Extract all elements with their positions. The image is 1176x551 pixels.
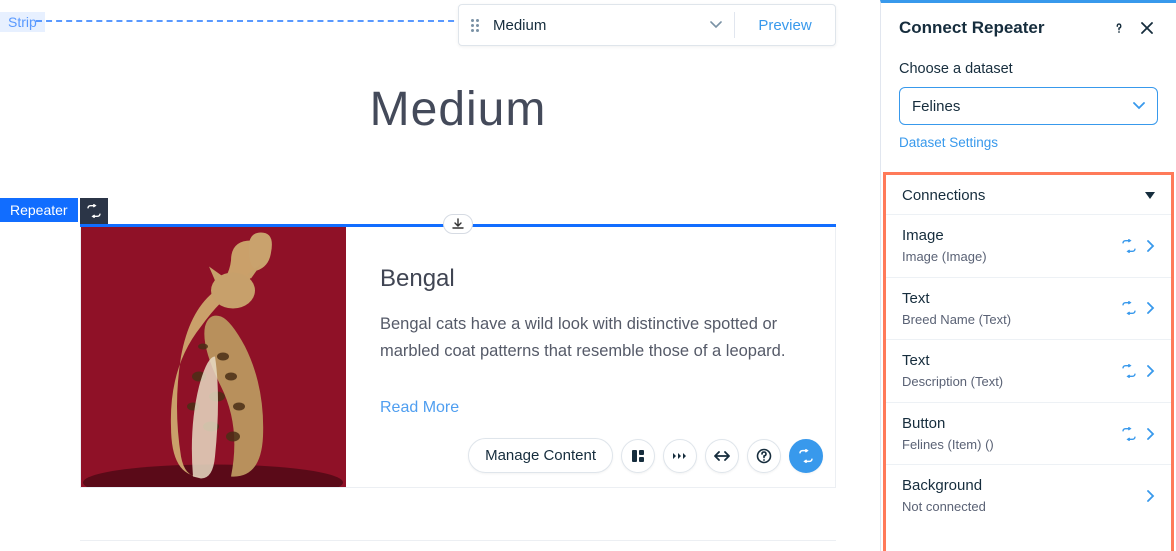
chevron-right-icon <box>1147 365 1155 377</box>
card-body: Bengal Bengal cats have a wild look with… <box>346 227 835 487</box>
breakpoint-chevron-icon[interactable] <box>698 21 734 29</box>
dataset-select[interactable]: Felines <box>899 87 1158 125</box>
page-title: Medium <box>80 82 836 137</box>
connection-text: Background Not connected <box>902 477 1147 515</box>
manage-content-button[interactable]: Manage Content <box>468 438 613 473</box>
connection-item[interactable]: Button Felines (Item) () <box>886 402 1171 465</box>
editor-canvas: Strip Medium Repeater <box>0 0 880 551</box>
panel-title: Connect Repeater <box>899 18 1102 38</box>
repeater[interactable]: Bengal Bengal cats have a wild look with… <box>80 224 836 488</box>
connect-panel: Connect Repeater Choose a dataset Feline… <box>880 0 1176 551</box>
connection-text: Button Felines (Item) () <box>902 415 1121 453</box>
connections-header[interactable]: Connections <box>886 175 1171 214</box>
connection-icons <box>1121 301 1155 315</box>
help-icon[interactable] <box>747 439 781 473</box>
connection-item[interactable]: Text Description (Text) <box>886 339 1171 402</box>
dataset-block: Choose a dataset Felines Dataset Setting… <box>881 55 1176 162</box>
data-connect-icon[interactable] <box>789 439 823 473</box>
strip-tag[interactable]: Strip <box>0 12 45 32</box>
connection-title: Button <box>902 415 1121 433</box>
connection-item[interactable]: Image Image (Image) <box>886 214 1171 277</box>
connected-icon <box>1121 364 1137 378</box>
element-action-row: Manage Content <box>468 438 823 473</box>
connection-item[interactable]: Text Breed Name (Text) <box>886 277 1171 340</box>
connection-sub: Not connected <box>902 499 1147 515</box>
connection-title: Text <box>902 290 1121 308</box>
card-title: Bengal <box>380 265 801 293</box>
connection-text: Text Breed Name (Text) <box>902 290 1121 328</box>
connection-icons <box>1121 427 1155 441</box>
stretch-icon[interactable] <box>705 439 739 473</box>
card-description: Bengal cats have a wild look with distin… <box>380 311 790 365</box>
connection-icons <box>1121 364 1155 378</box>
panel-close-icon[interactable] <box>1136 17 1158 39</box>
connection-icons <box>1147 490 1155 502</box>
layout-icon[interactable] <box>621 439 655 473</box>
panel-header: Connect Repeater <box>881 3 1176 55</box>
dataset-settings-link[interactable]: Dataset Settings <box>899 135 1158 150</box>
chevron-right-icon <box>1147 240 1155 252</box>
connected-icon <box>1121 427 1137 441</box>
connections-section: Connections Image Image (Image) Text Breed … <box>883 172 1174 551</box>
connection-sub: Felines (Item) () <box>902 437 1121 453</box>
breakpoint-label[interactable]: Medium <box>491 17 698 34</box>
next-item-hint <box>80 540 836 541</box>
repeater-connect-icon[interactable] <box>80 198 108 224</box>
connected-icon <box>1121 239 1137 253</box>
connections-list: ImageImage (Image)TextBreed Name (Text)T… <box>886 214 1171 551</box>
connection-title: Text <box>902 352 1121 370</box>
connection-item[interactable]: Background Not connected <box>886 464 1171 527</box>
connections-header-label: Connections <box>902 187 985 204</box>
connection-title: Background <box>902 477 1147 495</box>
connection-sub: Breed Name (Text) <box>902 312 1121 328</box>
chevron-right-icon <box>1147 428 1155 440</box>
animation-icon[interactable] <box>663 439 697 473</box>
dataset-label: Choose a dataset <box>899 61 1158 77</box>
repeater-tag-label: Repeater <box>10 202 68 218</box>
caret-down-icon <box>1145 192 1155 199</box>
page-content: Medium <box>80 46 836 179</box>
preview-button[interactable]: Preview <box>735 17 835 34</box>
chevron-right-icon <box>1147 302 1155 314</box>
repeater-tag[interactable]: Repeater <box>0 198 78 222</box>
connection-text: Text Description (Text) <box>902 352 1121 390</box>
connection-sub: Image (Image) <box>902 249 1121 265</box>
connection-text: Image Image (Image) <box>902 227 1121 265</box>
connected-icon <box>1121 301 1137 315</box>
card-image[interactable] <box>81 227 346 487</box>
strip-tag-label: Strip <box>8 14 37 30</box>
repeater-item[interactable]: Bengal Bengal cats have a wild look with… <box>80 227 836 488</box>
connection-title: Image <box>902 227 1121 245</box>
panel-help-icon[interactable] <box>1108 17 1130 39</box>
chevron-down-icon <box>1133 102 1145 110</box>
read-more-link[interactable]: Read More <box>380 399 801 417</box>
dataset-select-value: Felines <box>912 98 960 115</box>
connection-sub: Description (Text) <box>902 374 1121 390</box>
drag-handle-icon[interactable] <box>459 5 491 45</box>
connection-icons <box>1121 239 1155 253</box>
breakpoint-toolbar: Medium Preview <box>458 4 836 46</box>
chevron-right-icon <box>1147 490 1155 502</box>
